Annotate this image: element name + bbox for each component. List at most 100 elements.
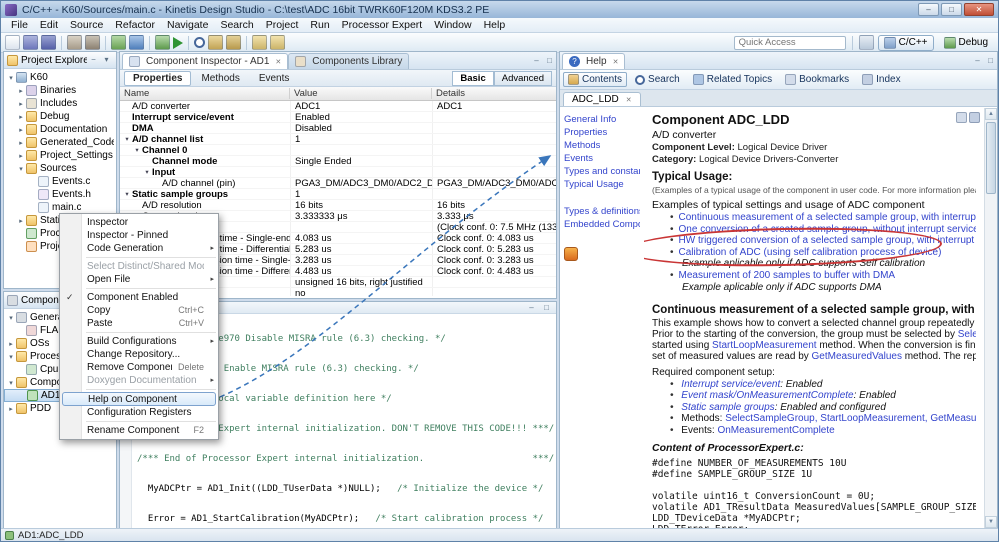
scrollbar-thumb[interactable] [986,122,996,194]
search-button[interactable]: Search [630,72,685,87]
bookmarks-button[interactable]: Bookmarks [780,72,854,87]
editor-maximize-icon[interactable] [540,302,553,314]
tree-item-debug[interactable]: Debug [4,110,116,123]
tree-item-generated-code[interactable]: Generated_Code [4,136,116,149]
setup-link[interactable]: Interrupt service/event [681,379,780,390]
expander-icon[interactable] [6,405,16,413]
contents-button[interactable]: Contents [563,72,628,87]
tab-components-library[interactable]: Components Library [288,53,410,69]
expander-icon[interactable] [142,167,152,177]
menu-processor-expert[interactable]: Processor Expert [336,18,429,33]
expander-icon[interactable] [16,139,26,147]
back-icon[interactable] [252,35,267,50]
scroll-down-icon[interactable] [985,516,997,528]
save-icon[interactable] [23,35,38,50]
menu-item-rename-component[interactable]: Rename Component F2 [60,424,218,437]
generate-code-icon[interactable] [129,35,144,50]
property-value[interactable]: 5.283 us [290,244,432,254]
basic-mode-button[interactable]: Basic [452,70,494,86]
build-all-icon[interactable] [85,35,100,50]
column-value[interactable]: Value [290,88,432,99]
tab-properties[interactable]: Properties [124,70,192,86]
example-link-label[interactable]: HW triggered conversion of a selected sa… [679,235,976,246]
expander-icon[interactable] [6,379,16,387]
example-link-label[interactable]: Continuous measurement of a selected sam… [679,212,976,223]
expander-icon[interactable] [6,74,16,82]
menu-file[interactable]: File [5,18,34,33]
tab-component-inspector[interactable]: Component Inspector - AD1 [122,53,289,69]
tab-help[interactable]: Help [562,53,626,69]
example-link-dma[interactable]: Measurement of 200 samples to buffer wit… [652,270,976,282]
close-icon[interactable] [613,58,619,66]
property-row[interactable]: A/D resolution 16 bits 16 bits [120,200,556,211]
property-value[interactable]: 3.333333 μs [290,211,432,221]
example-link-label[interactable]: Measurement of 200 samples to buffer wit… [679,270,896,281]
method-link[interactable]: GetMeasuredValues [812,351,902,362]
menu-item-component-enabled[interactable]: Component Enabled [60,291,218,304]
tree-item-sources[interactable]: Sources [4,162,116,175]
close-icon[interactable] [275,58,281,66]
perspective-cpp-button[interactable]: C/C++ [877,34,934,51]
expander-icon[interactable] [122,189,132,199]
menu-item-configuration-registers[interactable]: Configuration Registers [60,406,218,419]
property-value[interactable]: unsigned 16 bits, right justified [290,277,432,287]
method-link[interactable]: StartLoopMeasurement [712,340,817,351]
next-annotation-icon[interactable] [208,35,223,50]
method-link[interactable]: SelectSampleGroup [958,329,976,340]
expander-icon[interactable] [132,145,142,155]
expander-icon[interactable] [6,340,16,348]
expander-icon[interactable] [16,165,26,173]
index-button[interactable]: Index [857,72,905,87]
tab-events[interactable]: Events [250,71,299,86]
close-button[interactable] [964,3,994,16]
menu-navigate[interactable]: Navigate [161,18,214,33]
save-all-icon[interactable] [41,35,56,50]
menu-item-inspector-pinned[interactable]: Inspector - Pinned [60,229,218,242]
expander-icon[interactable] [6,314,16,322]
expander-icon[interactable] [122,134,132,144]
property-value[interactable]: 4.083 us [290,233,432,243]
menu-item-open-file[interactable]: Open File [60,273,218,286]
tree-item-events-h[interactable]: Events.h [4,188,116,201]
minimize-view-icon[interactable] [530,55,543,67]
property-value[interactable]: 1 [290,134,432,144]
menu-run[interactable]: Run [304,18,335,33]
new-file-icon[interactable] [5,35,20,50]
nav-embedded-components[interactable]: Embedded Components [564,218,640,231]
minimize-button[interactable] [918,3,939,16]
tree-item-project-settings[interactable]: Project_Settings [4,149,116,162]
example-link-label[interactable]: Calibration of ADC (using self calibrati… [679,247,942,258]
property-row[interactable]: A/D channel list 1 [120,134,556,145]
tab-methods[interactable]: Methods [192,71,248,86]
nav-general-info[interactable]: General Info [564,113,640,126]
print-icon[interactable] [969,112,980,123]
property-value[interactable]: Single Ended [290,156,432,166]
prev-annotation-icon[interactable] [226,35,241,50]
quick-access-input[interactable] [733,35,846,50]
example-link-calibration[interactable]: Calibration of ADC (using self calibrati… [652,247,976,259]
view-menu-icon[interactable] [100,54,113,66]
debug-icon[interactable] [155,35,170,50]
expander-icon[interactable] [16,87,26,95]
property-value[interactable]: PGA3_DM/ADC3_DM0/ADC2_DM3/ADC1_DM1 [290,178,432,188]
property-row[interactable]: Static sample groups 1 [120,189,556,200]
tree-item-binaries[interactable]: Binaries [4,84,116,97]
nav-types-constants[interactable]: Types and constants [564,165,640,178]
search-icon[interactable] [194,37,205,48]
processor-expert-icon[interactable] [111,35,126,50]
menu-refactor[interactable]: Refactor [109,18,161,33]
property-value[interactable]: ADC1 [290,101,432,111]
property-value[interactable]: 4.483 us [290,266,432,276]
title-bar[interactable]: C/C++ - K60/Sources/main.c - Kinetis Des… [1,1,998,18]
property-value[interactable] [290,167,432,177]
menu-edit[interactable]: Edit [34,18,64,33]
expander-icon[interactable] [16,126,26,134]
property-value[interactable]: Disabled [290,123,432,133]
column-name[interactable]: Name [120,88,290,99]
collapse-all-icon[interactable] [87,54,100,66]
example-link-one-conversion[interactable]: One conversion of a created sample group… [652,224,976,236]
tree-item-events-c[interactable]: Events.c [4,175,116,188]
tree-item-includes[interactable]: Includes [4,97,116,110]
scroll-up-icon[interactable] [985,108,997,120]
property-row[interactable]: Input [120,167,556,178]
